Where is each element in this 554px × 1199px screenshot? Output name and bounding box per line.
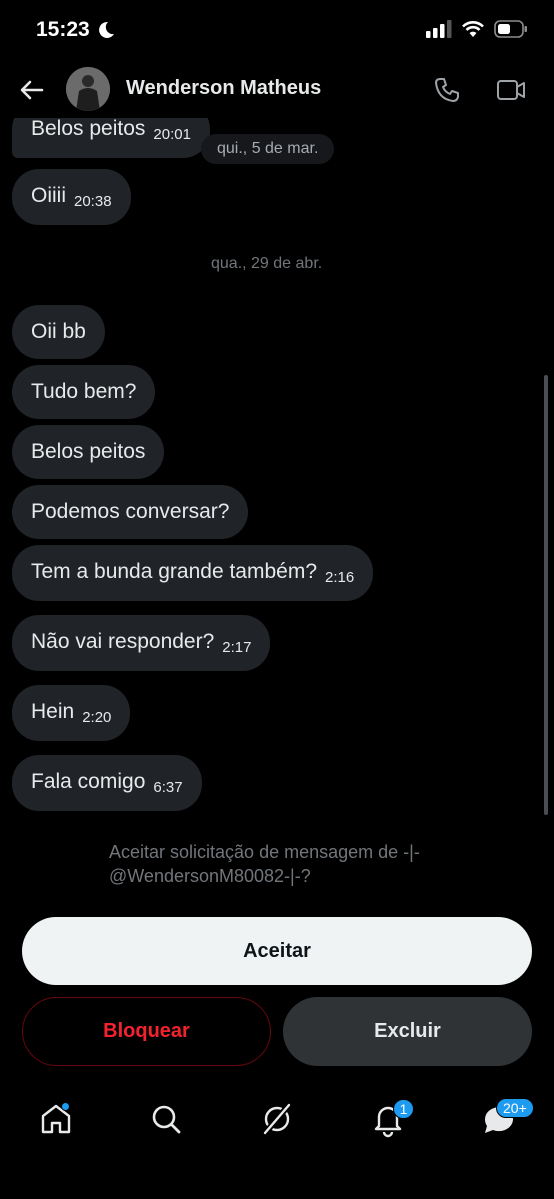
- request-line-2: @WendersonM80082-|-?: [109, 866, 311, 886]
- message-text: Tudo bem?: [31, 380, 137, 403]
- request-line-1: Aceitar solicitação de mensagem de -|-: [109, 842, 420, 862]
- avatar[interactable]: [66, 67, 110, 111]
- nav-home[interactable]: [36, 1099, 76, 1139]
- nav-grok[interactable]: [257, 1099, 297, 1139]
- message-text: Hein: [31, 700, 75, 723]
- date-pill: qui., 5 de mar.: [201, 134, 335, 164]
- message-bubble[interactable]: Oiiii 20:38: [12, 169, 131, 225]
- scrollbar[interactable]: [544, 375, 548, 815]
- video-call-icon[interactable]: [495, 75, 527, 105]
- accept-button[interactable]: Aceitar: [22, 917, 532, 985]
- message-time: 20:01: [153, 126, 191, 143]
- home-icon: [41, 1104, 71, 1134]
- do-not-disturb-moon-icon: [99, 21, 114, 38]
- message-text: Oiiii: [31, 184, 66, 207]
- message-bubble[interactable]: Belos peitos: [12, 425, 165, 479]
- nav-messages[interactable]: 20+: [479, 1098, 534, 1139]
- nav-search[interactable]: [146, 1099, 186, 1139]
- message-time: 20:38: [74, 193, 112, 210]
- status-bar: 15:23: [0, 0, 554, 60]
- conversation-header: Wenderson Matheus: [0, 62, 554, 118]
- message-request-prompt: Aceitar solicitação de mensagem de -|- @…: [109, 840, 489, 888]
- message-bubble[interactable]: Não vai responder? 2:17: [12, 615, 271, 671]
- message-thread[interactable]: Belos peitos 20:01 qui., 5 de mar. Oiiii 2…: [0, 118, 554, 908]
- home-unread-dot: [61, 1102, 70, 1111]
- message-bubble[interactable]: Tem a bunda grande também? 2:16: [12, 545, 374, 601]
- message-time: 2:17: [222, 639, 252, 656]
- nav-notifications[interactable]: 1: [368, 1099, 414, 1139]
- message-bubble[interactable]: Tudo bem?: [12, 365, 156, 419]
- date-separator: qua., 29 de abr.: [211, 255, 323, 272]
- message-text: Fala comigo: [31, 770, 146, 793]
- message-bubble[interactable]: Fala comigo 6:37: [12, 755, 202, 811]
- cellular-signal-icon: [426, 20, 452, 38]
- message-time: 2:20: [82, 709, 112, 726]
- message-text: Tem a bunda grande também?: [31, 560, 318, 583]
- message-text: Belos peitos: [31, 118, 146, 140]
- message-time: 2:16: [325, 569, 355, 586]
- block-button[interactable]: Bloquear: [22, 997, 271, 1066]
- message-bubble[interactable]: Hein 2:20: [12, 685, 131, 741]
- notifications-badge: 1: [393, 1099, 414, 1119]
- battery-icon: [494, 20, 527, 38]
- wifi-icon: [462, 21, 484, 37]
- bottom-navigation: 1 20+: [0, 1085, 554, 1155]
- message-text: Não vai responder?: [31, 630, 215, 653]
- message-bubble[interactable]: Oii bb: [12, 305, 105, 359]
- back-arrow-icon[interactable]: [18, 76, 46, 104]
- status-time: 15:23: [36, 18, 90, 41]
- delete-button[interactable]: Excluir: [283, 997, 532, 1066]
- message-bubble[interactable]: Belos peitos 20:01: [12, 118, 210, 158]
- contact-name[interactable]: Wenderson Matheus: [126, 77, 321, 100]
- search-icon: [152, 1105, 181, 1134]
- phone-call-icon[interactable]: [432, 75, 462, 105]
- message-time: 6:37: [153, 779, 183, 796]
- status-icons: [426, 20, 528, 38]
- message-text: Oii bb: [31, 320, 86, 343]
- grok-icon: [263, 1103, 291, 1135]
- messages-badge: 20+: [496, 1098, 534, 1118]
- message-bubble[interactable]: Podemos conversar?: [12, 485, 249, 539]
- message-text: Podemos conversar?: [31, 500, 230, 523]
- message-text: Belos peitos: [31, 440, 146, 463]
- avatar-figure-icon: [66, 67, 110, 111]
